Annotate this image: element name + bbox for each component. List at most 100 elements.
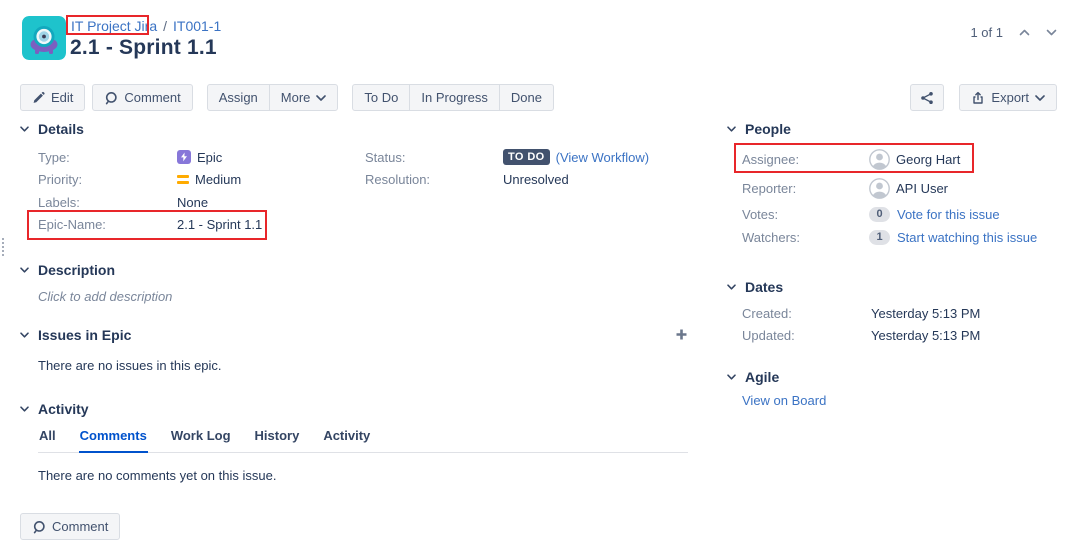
chevron-down-icon bbox=[1035, 95, 1045, 101]
share-button[interactable] bbox=[910, 84, 944, 111]
add-issue-to-epic-button[interactable] bbox=[675, 328, 688, 341]
details-right-column: Status: TO DO (View Workflow) Resolution… bbox=[365, 146, 685, 191]
start-watching-link[interactable]: Start watching this issue bbox=[897, 230, 1037, 245]
activity-section: Activity All Comments Work Log History A… bbox=[20, 401, 688, 483]
people-rows: Assignee: Georg Hart Reporter: bbox=[727, 145, 1059, 249]
tab-comments[interactable]: Comments bbox=[79, 428, 148, 453]
dates-section: Dates Created: Yesterday 5:13 PM Updated… bbox=[727, 279, 1059, 346]
activity-tabs: All Comments Work Log History Activity bbox=[38, 428, 688, 453]
created-value: Yesterday 5:13 PM bbox=[871, 306, 1059, 321]
toolbar-right: Export bbox=[910, 84, 1057, 111]
reporter-value[interactable]: API User bbox=[869, 178, 1059, 199]
next-issue-button[interactable] bbox=[1046, 29, 1057, 36]
edit-button[interactable]: Edit bbox=[20, 84, 85, 111]
tab-all[interactable]: All bbox=[38, 428, 57, 453]
tab-work-log[interactable]: Work Log bbox=[170, 428, 232, 453]
panel-drag-handle[interactable] bbox=[2, 238, 4, 256]
assign-button[interactable]: Assign bbox=[207, 84, 270, 111]
details-collapse-toggle[interactable] bbox=[20, 126, 29, 132]
chevron-down-icon bbox=[727, 374, 736, 380]
chevron-down-icon bbox=[20, 267, 29, 273]
people-section-title: People bbox=[745, 121, 791, 137]
epic-name-field-row: Epic-Name: 2.1 - Sprint 1.1 bbox=[38, 214, 712, 237]
comment-button[interactable]: Comment bbox=[92, 84, 192, 111]
details-section-header: Details bbox=[20, 121, 712, 137]
view-on-board-link[interactable]: View on Board bbox=[742, 393, 826, 408]
edit-button-label: Edit bbox=[51, 90, 73, 105]
assignee-value[interactable]: Georg Hart bbox=[869, 149, 1059, 170]
export-button[interactable]: Export bbox=[959, 84, 1057, 111]
people-collapse-toggle[interactable] bbox=[727, 126, 736, 132]
agile-section-header: Agile bbox=[727, 369, 1059, 385]
priority-medium-icon bbox=[177, 175, 189, 184]
reporter-row: Reporter: API User bbox=[742, 174, 1059, 203]
vote-for-issue-link[interactable]: Vote for this issue bbox=[897, 207, 1000, 222]
more-button[interactable]: More bbox=[269, 84, 339, 111]
epic-name-label: Epic-Name: bbox=[38, 217, 177, 232]
labels-label: Labels: bbox=[38, 195, 177, 210]
in-progress-button-label: In Progress bbox=[421, 90, 487, 105]
description-collapse-toggle[interactable] bbox=[20, 267, 29, 273]
activity-collapse-toggle[interactable] bbox=[20, 406, 29, 412]
people-section: People Assignee: Georg Hart Reporter: bbox=[727, 121, 1059, 249]
type-label: Type: bbox=[38, 150, 177, 165]
epic-icon bbox=[177, 150, 191, 164]
breadcrumb-separator: / bbox=[163, 18, 167, 34]
issue-toolbar: Edit Comment Assign More To Do bbox=[20, 84, 1057, 111]
dates-collapse-toggle[interactable] bbox=[727, 284, 736, 290]
reporter-name: API User bbox=[896, 181, 948, 196]
chevron-down-icon bbox=[20, 126, 29, 132]
done-button[interactable]: Done bbox=[499, 84, 554, 111]
assign-more-group: Assign More bbox=[207, 84, 339, 111]
user-avatar-icon bbox=[869, 149, 890, 170]
issues-in-epic-header: Issues in Epic bbox=[20, 327, 688, 343]
speech-bubble-icon bbox=[104, 91, 118, 105]
breadcrumb: IT Project Jira / IT001-1 bbox=[71, 18, 221, 34]
comments-empty-text: There are no comments yet on this issue. bbox=[38, 468, 688, 483]
export-button-label: Export bbox=[991, 90, 1029, 105]
tab-history[interactable]: History bbox=[254, 428, 301, 453]
agile-section-title: Agile bbox=[745, 369, 779, 385]
reporter-label: Reporter: bbox=[742, 181, 869, 196]
details-grid: Type: Epic Priority: Medium bbox=[38, 146, 712, 236]
epic-name-value: 2.1 - Sprint 1.1 bbox=[177, 217, 712, 232]
watchers-count-badge: 1 bbox=[869, 230, 890, 245]
issues-in-epic-section: Issues in Epic There are no issues in th… bbox=[20, 327, 688, 373]
previous-issue-button[interactable] bbox=[1019, 29, 1030, 36]
in-progress-button[interactable]: In Progress bbox=[409, 84, 499, 111]
lightning-bolt-icon bbox=[180, 152, 188, 162]
updated-value: Yesterday 5:13 PM bbox=[871, 328, 1059, 343]
tab-activity[interactable]: Activity bbox=[322, 428, 371, 453]
export-icon bbox=[971, 91, 985, 105]
watchers-label: Watchers: bbox=[742, 230, 869, 245]
status-badge: TO DO bbox=[503, 149, 550, 165]
breadcrumb-issue-link[interactable]: IT001-1 bbox=[173, 18, 221, 34]
agile-collapse-toggle[interactable] bbox=[727, 374, 736, 380]
details-section-title: Details bbox=[38, 121, 84, 137]
breadcrumb-project-link[interactable]: IT Project Jira bbox=[71, 18, 157, 34]
to-do-button[interactable]: To Do bbox=[352, 84, 410, 111]
priority-value-text: Medium bbox=[195, 172, 241, 187]
plus-icon bbox=[675, 328, 688, 341]
updated-label: Updated: bbox=[742, 328, 871, 343]
watchers-value: 1 Start watching this issue bbox=[869, 230, 1059, 245]
chevron-down-icon bbox=[727, 284, 736, 290]
description-placeholder[interactable]: Click to add description bbox=[38, 289, 712, 304]
view-workflow-link[interactable]: (View Workflow) bbox=[556, 150, 649, 165]
agile-section: Agile View on Board bbox=[727, 369, 1059, 410]
add-comment-button[interactable]: Comment bbox=[20, 513, 120, 540]
to-do-button-label: To Do bbox=[364, 90, 398, 105]
status-field-row: Status: TO DO (View Workflow) bbox=[365, 146, 685, 169]
chevron-down-icon bbox=[20, 332, 29, 338]
updated-row: Updated: Yesterday 5:13 PM bbox=[742, 325, 1059, 347]
assignee-name: Georg Hart bbox=[896, 152, 960, 167]
people-section-header: People bbox=[727, 121, 1059, 137]
speech-bubble-icon bbox=[32, 520, 46, 534]
dates-section-header: Dates bbox=[727, 279, 1059, 295]
priority-label: Priority: bbox=[38, 172, 177, 187]
issues-in-epic-collapse-toggle[interactable] bbox=[20, 332, 29, 338]
assignee-label: Assignee: bbox=[742, 152, 869, 167]
assign-button-label: Assign bbox=[219, 90, 258, 105]
dates-section-title: Dates bbox=[745, 279, 783, 295]
project-avatar[interactable] bbox=[22, 16, 66, 60]
